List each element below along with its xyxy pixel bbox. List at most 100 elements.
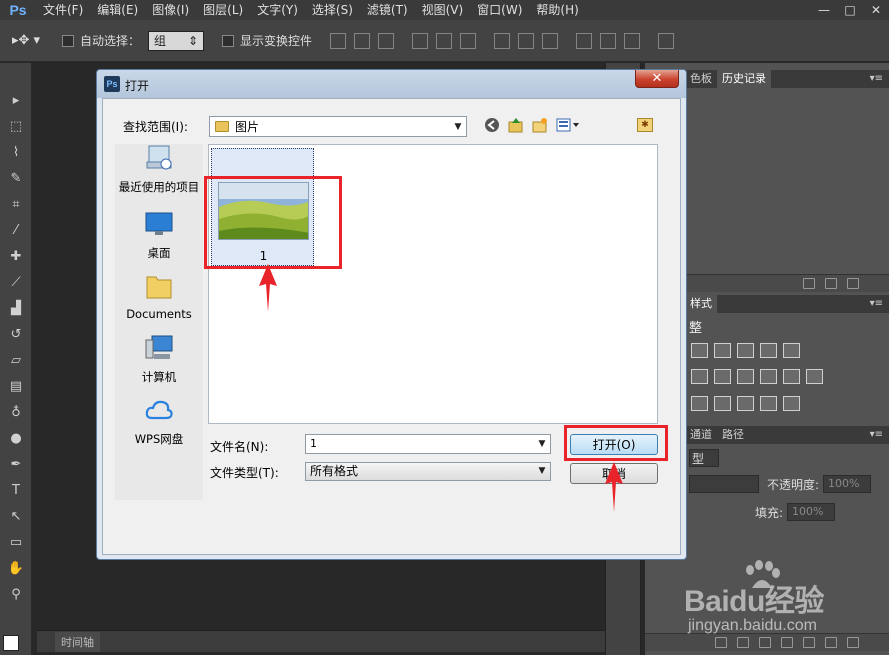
pen-tool-icon[interactable]: ✒ <box>0 451 32 477</box>
distribute-vcenter-icon[interactable] <box>518 32 535 49</box>
tab-styles[interactable]: 样式 <box>685 295 717 313</box>
menu-help[interactable]: 帮助(H) <box>529 0 585 20</box>
gradient-tool-icon[interactable]: ▤ <box>0 373 32 399</box>
healing-tool-icon[interactable]: ✚ <box>0 243 32 269</box>
posterize-icon[interactable] <box>714 396 731 411</box>
color-lookup-icon[interactable] <box>806 369 823 384</box>
minimize-button[interactable]: — <box>811 0 837 20</box>
tab-paths[interactable]: 路径 <box>717 426 749 444</box>
photo-filter-icon[interactable] <box>760 369 777 384</box>
brush-tool-icon[interactable]: ⟋ <box>0 269 32 295</box>
distribute-top-icon[interactable] <box>494 32 511 49</box>
foreground-color-swatch[interactable] <box>3 635 19 651</box>
lasso-tool-icon[interactable]: ⌇ <box>0 139 32 165</box>
menu-window[interactable]: 窗口(W) <box>470 0 529 20</box>
align-left-icon[interactable] <box>412 32 429 49</box>
crop-tool-icon[interactable]: ⌗ <box>0 191 32 217</box>
eyedropper-tool-icon[interactable]: ⁄ <box>0 217 32 243</box>
path-select-tool-icon[interactable]: ↖ <box>0 503 32 529</box>
panel-menu-icon[interactable]: ▾≡ <box>870 73 883 84</box>
eraser-tool-icon[interactable]: ▱ <box>0 347 32 373</box>
app-close-button[interactable]: ✕ <box>863 0 889 20</box>
menu-edit[interactable]: 编辑(E) <box>90 0 145 20</box>
distribute-right-icon[interactable] <box>624 32 641 49</box>
place-desktop[interactable]: 桌面 <box>115 210 203 261</box>
chevron-down-icon[interactable]: ▼ <box>534 435 550 453</box>
look-in-dropdown[interactable]: 图片 ▼ <box>209 116 467 137</box>
chevron-down-icon[interactable]: ▼ <box>450 117 466 136</box>
filename-input[interactable]: 1 ▼ <box>305 434 551 454</box>
tab-history[interactable]: 历史记录 <box>717 70 771 88</box>
menu-filter[interactable]: 滤镜(T) <box>360 0 415 20</box>
invert-icon[interactable] <box>691 396 708 411</box>
stamp-tool-icon[interactable]: ▟ <box>0 295 32 321</box>
favorites-folder-icon[interactable]: ✱ <box>637 118 653 132</box>
menu-type[interactable]: 文字(Y) <box>250 0 305 20</box>
camera-icon[interactable] <box>825 278 837 289</box>
zoom-tool-icon[interactable]: ⚲ <box>0 581 32 607</box>
brightness-icon[interactable] <box>691 343 708 358</box>
menu-view[interactable]: 视图(V) <box>415 0 471 20</box>
align-bottom-icon[interactable] <box>378 32 395 49</box>
fill-field[interactable]: 100% <box>787 503 836 521</box>
hue-sat-icon[interactable] <box>691 369 708 384</box>
show-transform-checkbox[interactable] <box>222 34 235 47</box>
layer-kind-select[interactable]: 型 <box>689 449 719 467</box>
shape-tool-icon[interactable]: ▭ <box>0 529 32 555</box>
styles-menu-icon[interactable]: ▾≡ <box>870 298 883 309</box>
blur-tool-icon[interactable]: ♁ <box>0 399 32 425</box>
exposure-icon[interactable] <box>760 343 777 358</box>
align-vcenter-icon[interactable] <box>354 32 371 49</box>
auto-select-checkbox[interactable] <box>62 34 74 47</box>
move-tool-icon[interactable]: ▸ <box>0 87 32 113</box>
trash-icon[interactable] <box>847 278 859 289</box>
view-menu-icon[interactable] <box>555 116 583 134</box>
timeline-panel-tab[interactable]: 时间轴 <box>37 630 605 652</box>
curves-icon[interactable] <box>737 343 754 358</box>
align-top-icon[interactable] <box>330 32 347 49</box>
vibrance-icon[interactable] <box>783 343 800 358</box>
chevron-down-icon[interactable]: ▼ <box>534 463 550 480</box>
up-folder-icon[interactable] <box>507 116 525 134</box>
quick-select-tool-icon[interactable]: ✎ <box>0 165 32 191</box>
menu-file[interactable]: 文件(F) <box>36 0 90 20</box>
color-balance-icon[interactable] <box>714 369 731 384</box>
auto-align-icon[interactable] <box>658 32 675 49</box>
tab-channels[interactable]: 通道 <box>685 426 717 444</box>
type-tool-icon[interactable]: T <box>0 477 32 503</box>
distribute-hcenter-icon[interactable] <box>600 32 617 49</box>
menu-layer[interactable]: 图层(L) <box>196 0 250 20</box>
black-white-icon[interactable] <box>737 369 754 384</box>
opacity-field[interactable]: 100% <box>823 475 872 493</box>
channel-mixer-icon[interactable] <box>783 369 800 384</box>
maximize-button[interactable]: □ <box>837 0 863 20</box>
marquee-tool-icon[interactable]: ⬚ <box>0 113 32 139</box>
place-computer[interactable]: 计算机 <box>115 334 203 385</box>
distribute-left-icon[interactable] <box>576 32 593 49</box>
threshold-icon[interactable] <box>737 396 754 411</box>
distribute-bottom-icon[interactable] <box>542 32 559 49</box>
selective-color-icon[interactable] <box>760 396 777 411</box>
menu-image[interactable]: 图像(I) <box>145 0 196 20</box>
dialog-titlebar[interactable]: Ps 打开 ✕ <box>97 70 686 98</box>
levels-icon[interactable] <box>714 343 731 358</box>
hand-tool-icon[interactable]: ✋ <box>0 555 32 581</box>
new-snapshot-icon[interactable] <box>803 278 815 289</box>
layers-menu-icon[interactable]: ▾≡ <box>870 429 883 440</box>
place-documents[interactable]: Documents <box>115 272 203 321</box>
auto-select-dropdown[interactable]: 组 ⇕ <box>148 30 205 51</box>
align-hcenter-icon[interactable] <box>436 32 453 49</box>
filetype-dropdown[interactable]: 所有格式 ▼ <box>305 462 551 481</box>
move-tool-preset-icon[interactable]: ▸✥ ▾ <box>12 28 52 54</box>
tab-swatches[interactable]: 色板 <box>685 70 717 88</box>
new-folder-icon[interactable] <box>531 116 549 134</box>
place-recent[interactable]: 最近使用的项目 <box>115 144 203 195</box>
history-brush-tool-icon[interactable]: ↺ <box>0 321 32 347</box>
dodge-tool-icon[interactable]: ● <box>0 425 32 451</box>
place-wps-cloud[interactable]: WPS网盘 <box>115 396 203 447</box>
dialog-close-button[interactable]: ✕ <box>635 70 679 88</box>
back-icon[interactable] <box>483 116 501 134</box>
align-right-icon[interactable] <box>460 32 477 49</box>
blend-mode-select[interactable] <box>689 475 759 493</box>
gradient-map-icon[interactable] <box>783 396 800 411</box>
